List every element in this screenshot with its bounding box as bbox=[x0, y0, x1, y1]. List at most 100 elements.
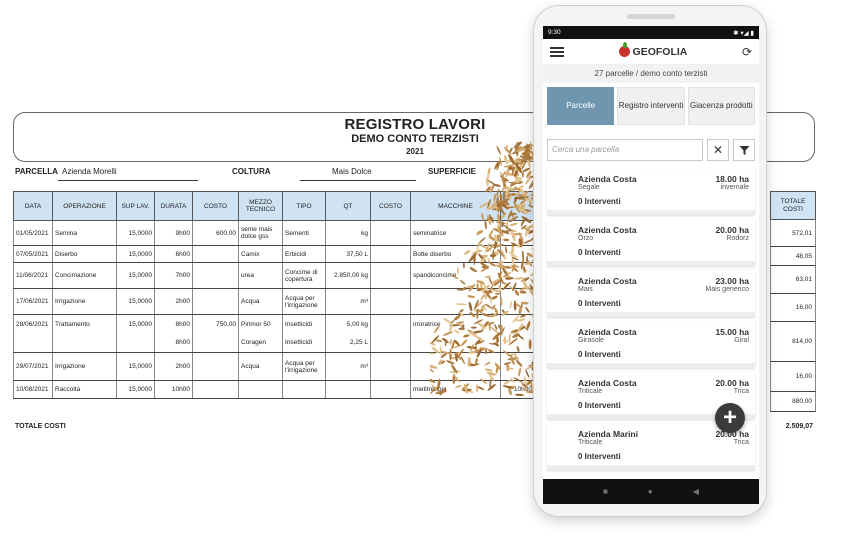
seed-grain bbox=[468, 252, 477, 263]
parcel-card[interactable]: Azienda Costa Orzo 20.00 ha Rodorz 0 Interve… bbox=[547, 220, 755, 266]
seed-grain bbox=[503, 154, 508, 165]
column-header: COSTO bbox=[370, 191, 411, 221]
seed-grain bbox=[525, 306, 530, 313]
refresh-icon[interactable]: ⟳ bbox=[742, 45, 752, 59]
cell-data: 17/06/2021 bbox=[13, 288, 53, 315]
totale-costi-label: TOTALE COSTI bbox=[15, 423, 66, 430]
cell-costo bbox=[192, 380, 239, 399]
tab-parcelle[interactable]: Parcelle bbox=[547, 87, 615, 125]
seed-grain bbox=[519, 290, 527, 294]
cell-mezzo: Acqua bbox=[238, 288, 283, 315]
cell-qt: 2.850,00 kg bbox=[325, 262, 371, 289]
cell-durata: 6h00 bbox=[154, 245, 193, 263]
cell-costo2 bbox=[370, 380, 411, 399]
cell-operazione bbox=[52, 333, 117, 353]
seed-grain bbox=[514, 353, 519, 361]
clear-icon[interactable]: ✕ bbox=[707, 139, 729, 161]
seed-grain bbox=[509, 301, 512, 309]
filter-icon[interactable] bbox=[733, 139, 755, 161]
seed-grain bbox=[506, 220, 509, 231]
seed-grain bbox=[484, 368, 493, 372]
seed-grain bbox=[430, 364, 438, 369]
nav-home-icon[interactable]: ● bbox=[648, 487, 653, 496]
tab-giacenza-prodotti[interactable]: Giacenza prodotti bbox=[687, 87, 755, 125]
coltura-value: Mais Dolce bbox=[332, 167, 372, 176]
totale-costi-cell: 572,01 bbox=[770, 220, 816, 247]
menu-icon[interactable] bbox=[550, 46, 564, 57]
cell-data: 07/05/2021 bbox=[13, 245, 53, 263]
column-header: QT bbox=[325, 191, 371, 221]
cell-tipo: Erbicidi bbox=[282, 245, 326, 263]
seed-grain bbox=[516, 345, 520, 353]
cell-data: 28/06/2021 bbox=[13, 314, 53, 334]
parcel-card[interactable]: Azienda Costa Girasole 15.00 ha Giral 0 Inte… bbox=[547, 322, 755, 368]
seed-grain bbox=[484, 275, 491, 278]
seed-grain bbox=[489, 262, 496, 267]
totale-costi-cell: 814,00 bbox=[770, 322, 816, 362]
seed-grain bbox=[467, 295, 476, 299]
nav-back-icon[interactable]: ◀ bbox=[693, 487, 699, 496]
cell-sup: 15,0000 bbox=[116, 262, 155, 289]
seed-grain bbox=[481, 212, 484, 221]
parcel-name: Azienda Marini bbox=[578, 429, 638, 439]
seed-grain bbox=[449, 339, 453, 345]
seed-grain bbox=[503, 238, 510, 242]
seed-grain bbox=[509, 222, 518, 227]
cell-costo: 750,00 bbox=[192, 314, 239, 334]
seed-grain bbox=[469, 311, 476, 318]
seed-grain bbox=[518, 367, 522, 377]
parcel-card[interactable]: Azienda Costa Mais 23.00 ha Mais generico 0 … bbox=[547, 271, 755, 317]
seed-grain bbox=[526, 321, 531, 331]
seed-grain bbox=[491, 295, 498, 300]
tab-registro-interventi[interactable]: Registro interventi bbox=[617, 87, 685, 125]
totale-costi-cell: 63,01 bbox=[770, 266, 816, 294]
seed-grain bbox=[484, 220, 487, 230]
seed-grain bbox=[477, 236, 486, 245]
seed-grain bbox=[528, 339, 532, 350]
seed-grain bbox=[514, 289, 519, 296]
parcel-variety: Rodorz bbox=[726, 235, 749, 242]
search-input[interactable]: Cerca una parcella bbox=[547, 139, 703, 161]
cell-operazione: Raccolta bbox=[52, 380, 117, 399]
cell-sup: 15,0000 bbox=[116, 314, 155, 334]
search-row: Cerca una parcella ✕ bbox=[543, 129, 759, 165]
cell-costo2 bbox=[370, 220, 411, 246]
add-parcel-button[interactable]: + bbox=[715, 403, 745, 433]
parcella-underline bbox=[58, 180, 198, 181]
parcel-area: 20.00 ha bbox=[715, 225, 749, 235]
parcel-crop: Triticale bbox=[578, 388, 603, 395]
parcel-area: 15.00 ha bbox=[715, 327, 749, 337]
cell-operazione: Trattamento bbox=[52, 314, 117, 334]
cell-sup: 15,0000 bbox=[116, 288, 155, 315]
parcel-crop: Triticale bbox=[578, 439, 603, 446]
cell-durata: 2h00 bbox=[154, 352, 193, 381]
parcel-variety: Mais generico bbox=[705, 286, 749, 293]
seed-grain bbox=[476, 241, 481, 251]
totale-costi-cell: 48,05 bbox=[770, 247, 816, 266]
cell-tipo: Acqua per l'irrigazione bbox=[282, 352, 326, 381]
parcel-interventions: 0 Interventi bbox=[578, 248, 621, 257]
parcella-value: Azienda Morelli bbox=[62, 167, 117, 176]
seed-grain bbox=[431, 335, 440, 344]
seed-grain bbox=[515, 360, 523, 367]
parcel-crop: Orzo bbox=[578, 235, 594, 242]
cell-durata: 10h00 bbox=[154, 380, 193, 399]
cell-tipo: Concime di copertura bbox=[282, 262, 326, 289]
seed-grain bbox=[460, 339, 468, 346]
cell-durata: 7h00 bbox=[154, 262, 193, 289]
parcel-card[interactable]: Azienda Costa Segale 18.00 ha invernale 0 In… bbox=[547, 169, 755, 215]
cell-mezzo: urea bbox=[238, 262, 283, 289]
seed-grain bbox=[462, 262, 465, 269]
cell-qt: 5,00 kg bbox=[325, 314, 371, 334]
status-time: 9:30 bbox=[548, 29, 561, 36]
seed-grain bbox=[470, 326, 477, 329]
seed-grain bbox=[496, 145, 501, 155]
parcel-name: Azienda Costa bbox=[578, 174, 637, 184]
phone-screen: 9:30 ✱ ▾◢ ▮ GEOFOLIA ⟳ 27 parcelle / dem… bbox=[543, 26, 759, 504]
seed-grain bbox=[525, 369, 530, 378]
cell-costo bbox=[192, 245, 239, 263]
seed-grain bbox=[430, 352, 436, 355]
seed-grain bbox=[437, 378, 441, 390]
nav-recents-icon[interactable]: ■ bbox=[603, 487, 608, 496]
app-logo: GEOFOLIA bbox=[618, 42, 687, 58]
